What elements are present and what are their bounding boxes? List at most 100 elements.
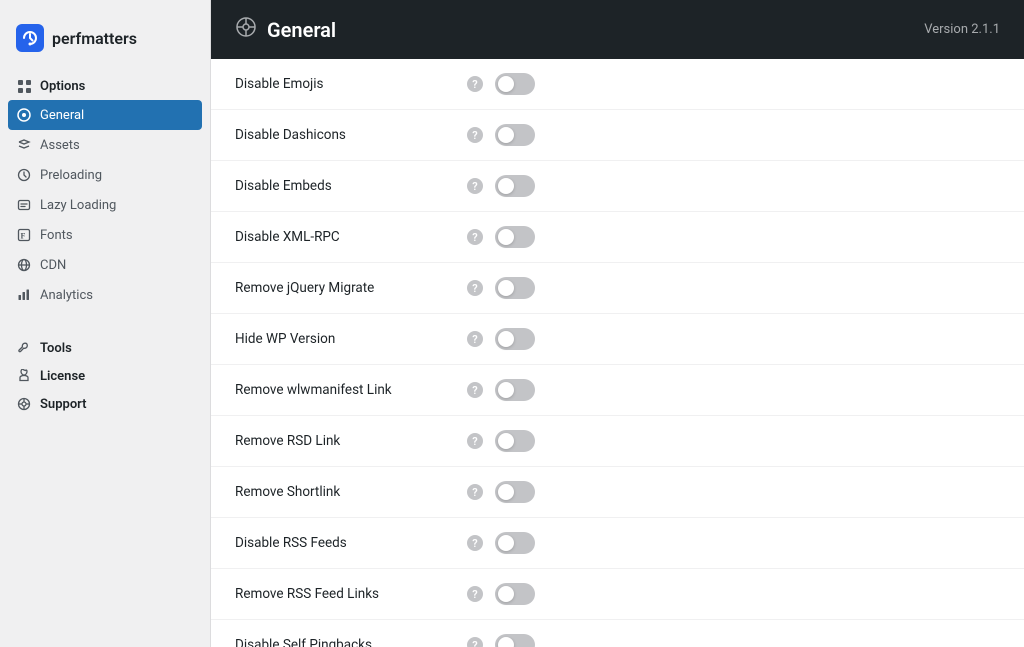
toggle-track-disable-self-pingbacks	[495, 634, 535, 647]
toggle-disable-self-pingbacks[interactable]	[495, 634, 535, 647]
options-label-text: Options	[40, 79, 85, 94]
help-icon-remove-wlwmanifest-link[interactable]: ?	[467, 382, 483, 398]
toggle-track-remove-wlwmanifest-link	[495, 379, 535, 401]
sidebar-support-label[interactable]: Support	[0, 390, 210, 418]
toggle-track-disable-rss-feeds	[495, 532, 535, 554]
toggle-remove-shortlink[interactable]	[495, 481, 535, 503]
help-icon-disable-rss-feeds[interactable]: ?	[467, 535, 483, 551]
toggle-thumb-remove-shortlink	[498, 484, 514, 500]
toggle-track-disable-embeds	[495, 175, 535, 197]
toggle-thumb-remove-jquery-migrate	[498, 280, 514, 296]
support-label-text: Support	[40, 397, 87, 412]
general-label: General	[40, 108, 84, 123]
setting-label-disable-xmlrpc: Disable XML-RPC	[235, 229, 455, 245]
sidebar-tools-label[interactable]: Tools	[0, 334, 210, 362]
license-label-text: License	[40, 369, 85, 384]
sidebar: perfmatters Options General	[0, 0, 210, 647]
settings-row: Disable XML-RPC?	[211, 212, 1024, 263]
setting-label-remove-rss-feed-links: Remove RSS Feed Links	[235, 586, 455, 602]
sidebar-tools-section: Tools License	[0, 326, 210, 418]
toggle-track-hide-wp-version	[495, 328, 535, 350]
header-icon	[235, 16, 257, 43]
main-header: General Version 2.1.1	[211, 0, 1024, 59]
sidebar-options-group: Options General Assets	[0, 72, 210, 310]
svg-text:F: F	[21, 232, 26, 241]
page-title: General	[267, 18, 336, 42]
setting-label-disable-embeds: Disable Embeds	[235, 178, 455, 194]
settings-row: Remove RSD Link?	[211, 416, 1024, 467]
help-icon-disable-xmlrpc[interactable]: ?	[467, 229, 483, 245]
options-icon	[16, 78, 32, 94]
assets-icon	[16, 137, 32, 153]
toggle-thumb-disable-embeds	[498, 178, 514, 194]
settings-row: Remove jQuery Migrate?	[211, 263, 1024, 314]
sidebar-license-label[interactable]: License	[0, 362, 210, 390]
analytics-label: Analytics	[40, 288, 93, 303]
toggle-track-disable-dashicons	[495, 124, 535, 146]
sidebar-item-fonts[interactable]: F Fonts	[0, 220, 210, 250]
tools-label-text: Tools	[40, 341, 72, 356]
toggle-disable-dashicons[interactable]	[495, 124, 535, 146]
toggle-track-remove-shortlink	[495, 481, 535, 503]
settings-row: Remove RSS Feed Links?	[211, 569, 1024, 620]
toggle-remove-rsd-link[interactable]	[495, 430, 535, 452]
setting-label-remove-shortlink: Remove Shortlink	[235, 484, 455, 500]
setting-label-disable-rss-feeds: Disable RSS Feeds	[235, 535, 455, 551]
toggle-disable-emojis[interactable]	[495, 73, 535, 95]
toggle-thumb-disable-emojis	[498, 76, 514, 92]
settings-row: Disable RSS Feeds?	[211, 518, 1024, 569]
assets-label: Assets	[40, 138, 80, 153]
toggle-remove-jquery-migrate[interactable]	[495, 277, 535, 299]
cdn-label: CDN	[40, 258, 66, 273]
sidebar-item-assets[interactable]: Assets	[0, 130, 210, 160]
help-icon-disable-emojis[interactable]: ?	[467, 76, 483, 92]
sidebar-item-preloading[interactable]: Preloading	[0, 160, 210, 190]
settings-row: Disable Self Pingbacks?	[211, 620, 1024, 647]
toggle-track-remove-jquery-migrate	[495, 277, 535, 299]
toggle-hide-wp-version[interactable]	[495, 328, 535, 350]
toggle-thumb-disable-xmlrpc	[498, 229, 514, 245]
support-icon	[16, 396, 32, 412]
fonts-icon: F	[16, 227, 32, 243]
toggle-track-remove-rss-feed-links	[495, 583, 535, 605]
help-icon-disable-embeds[interactable]: ?	[467, 178, 483, 194]
sidebar-options-label[interactable]: Options	[0, 72, 210, 100]
fonts-label: Fonts	[40, 228, 73, 243]
help-icon-remove-rsd-link[interactable]: ?	[467, 433, 483, 449]
sidebar-item-lazy-loading[interactable]: Lazy Loading	[0, 190, 210, 220]
toggle-remove-wlwmanifest-link[interactable]	[495, 379, 535, 401]
help-icon-remove-shortlink[interactable]: ?	[467, 484, 483, 500]
sidebar-logo: perfmatters	[0, 16, 210, 72]
preloading-icon	[16, 167, 32, 183]
license-icon	[16, 368, 32, 384]
toggle-thumb-disable-self-pingbacks	[498, 637, 514, 647]
toggle-disable-embeds[interactable]	[495, 175, 535, 197]
settings-row: Remove Shortlink?	[211, 467, 1024, 518]
help-icon-disable-dashicons[interactable]: ?	[467, 127, 483, 143]
main-panel: General Version 2.1.1 Disable Emojis?Dis…	[210, 0, 1024, 647]
toggle-disable-rss-feeds[interactable]	[495, 532, 535, 554]
toggle-track-remove-rsd-link	[495, 430, 535, 452]
sidebar-item-cdn[interactable]: CDN	[0, 250, 210, 280]
help-icon-remove-rss-feed-links[interactable]: ?	[467, 586, 483, 602]
setting-label-hide-wp-version: Hide WP Version	[235, 331, 455, 347]
header-title: General	[235, 16, 336, 43]
analytics-icon	[16, 287, 32, 303]
toggle-disable-xmlrpc[interactable]	[495, 226, 535, 248]
preloading-label: Preloading	[40, 168, 102, 183]
settings-row: Disable Dashicons?	[211, 110, 1024, 161]
toggle-track-disable-emojis	[495, 73, 535, 95]
help-icon-hide-wp-version[interactable]: ?	[467, 331, 483, 347]
help-icon-remove-jquery-migrate[interactable]: ?	[467, 280, 483, 296]
sidebar-item-general[interactable]: General	[8, 100, 202, 130]
sidebar-item-analytics[interactable]: Analytics	[0, 280, 210, 310]
lazy-loading-label: Lazy Loading	[40, 198, 116, 213]
help-icon-disable-self-pingbacks[interactable]: ?	[467, 637, 483, 647]
settings-row: Disable Emojis?	[211, 59, 1024, 110]
toggle-remove-rss-feed-links[interactable]	[495, 583, 535, 605]
version-label: Version 2.1.1	[924, 22, 1000, 37]
settings-content: Disable Emojis?Disable Dashicons?Disable…	[211, 59, 1024, 647]
settings-row: Disable Embeds?	[211, 161, 1024, 212]
setting-label-disable-self-pingbacks: Disable Self Pingbacks	[235, 637, 455, 647]
settings-row: Remove wlwmanifest Link?	[211, 365, 1024, 416]
